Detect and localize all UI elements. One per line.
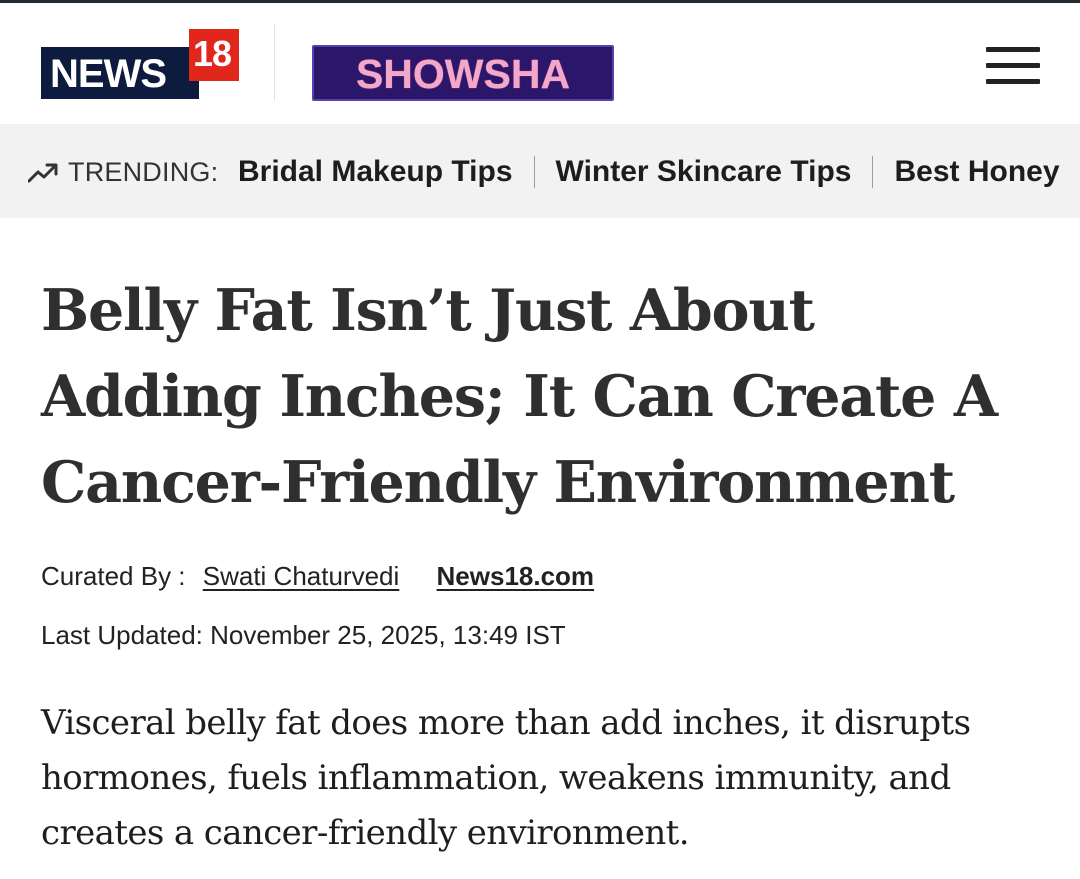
source-link[interactable]: News18.com [437,561,595,591]
news18-logo-wordmark: NEWS [41,47,199,99]
hamburger-menu-icon[interactable] [986,47,1040,85]
summary-line: Visceral belly fat does more than add in… [41,703,971,743]
curated-by-label: Curated By : [41,561,186,591]
showsha-logo-text: SHOWSHA [355,51,571,97]
menu-bar-top [986,47,1040,52]
trending-up-icon [28,163,58,183]
summary-line: creates a cancer-friendly environment. [41,813,690,853]
trending-divider [872,156,874,188]
headline-line: Cancer-Friendly Environment [41,449,955,516]
trending-label: TRENDING: [68,157,219,187]
last-updated: Last Updated: November 25, 2025, 13:49 I… [41,620,566,650]
menu-bar-middle [986,63,1040,68]
article-summary: Visceral belly fat does more than add in… [41,696,1051,861]
headline-line: Belly Fat Isn’t Just About [41,277,815,344]
trending-item-bridal-makeup-tips[interactable]: Bridal Makeup Tips [238,155,513,189]
byline: Curated By : Swati Chaturvedi News18.com [41,561,594,591]
headline-line: Adding Inches; It Can Create A [41,363,998,430]
news18-logo-badge: 18 [189,29,239,81]
news18-logo-text: NEWS [50,52,167,96]
article-headline: Belly Fat Isn’t Just About Adding Inches… [41,268,1051,526]
last-updated-value: November 25, 2025, 13:49 IST [210,620,566,650]
menu-bar-bottom [986,79,1040,84]
trending-list: Bridal Makeup Tips Winter Skincare Tips … [238,155,1060,189]
showsha-logo[interactable]: SHOWSHA [312,45,614,101]
logo-divider [274,25,275,101]
trending-item-best-honey[interactable]: Best Honey [894,155,1059,189]
news18-logo-number: 18 [193,33,232,74]
summary-line: hormones, fuels inflammation, weakens im… [41,758,951,798]
news18-logo[interactable]: NEWS 18 [41,29,239,101]
trending-item-winter-skincare-tips[interactable]: Winter Skincare Tips [556,155,852,189]
last-updated-label: Last Updated: [41,620,203,650]
trending-divider [533,156,535,188]
trending-bar: TRENDING: Bridal Makeup Tips Winter Skin… [0,124,1080,218]
author-link[interactable]: Swati Chaturvedi [203,561,400,591]
site-header: NEWS 18 SHOWSHA [0,3,1080,124]
